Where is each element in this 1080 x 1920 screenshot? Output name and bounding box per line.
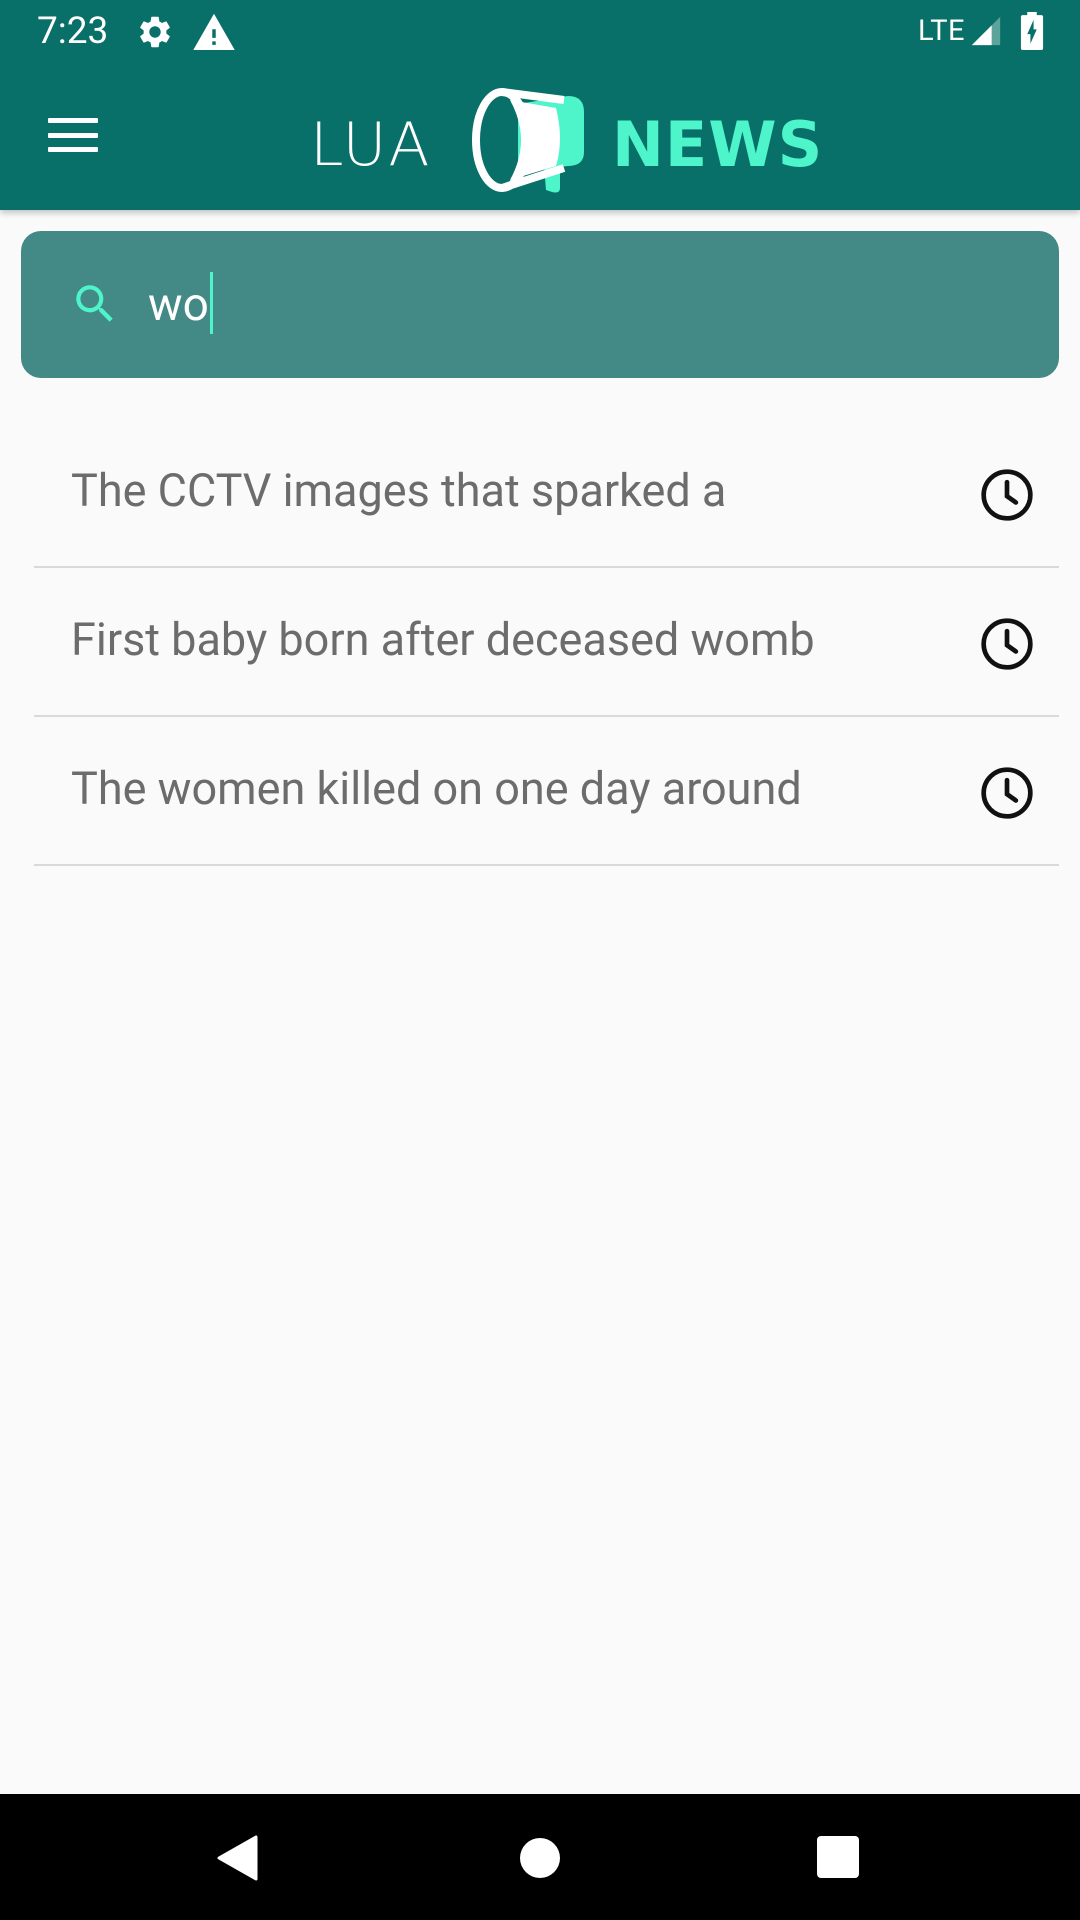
app-logo: LUA NEWS [310,82,830,200]
search-input-value: wo [148,278,209,332]
status-time: 7:23 [37,10,109,53]
logo-word-news: NEWS [612,108,824,181]
suggestion-item[interactable]: First baby born after deceased womb [34,568,1059,717]
recents-icon[interactable] [817,1836,859,1878]
megaphone-icon [472,88,584,193]
history-clock-icon [981,618,1033,670]
suggestion-text: The CCTV images that sparked a [71,464,727,517]
history-clock-icon [981,469,1033,521]
suggestion-item[interactable]: The women killed on one day around [34,717,1059,866]
network-type: LTE [918,14,966,48]
battery-charging-icon [1020,12,1044,50]
search-suggestion-list: The CCTV images that sparked a First bab… [34,419,1059,866]
suggestion-text: First baby born after deceased womb [71,613,815,666]
app-bar: 7:23 LTE LUA NEWS [0,0,1080,210]
gear-icon [140,16,170,48]
menu-button[interactable] [38,108,108,162]
search-input[interactable]: wo [148,270,213,340]
suggestion-item[interactable]: The CCTV images that sparked a [34,419,1059,568]
warning-icon [193,13,235,50]
suggestion-text: The women killed on one day around [71,762,802,815]
logo-word-lua: LUA [310,110,432,180]
history-clock-icon [981,767,1033,819]
home-icon[interactable] [520,1838,560,1878]
back-icon[interactable] [216,1835,258,1881]
search-icon [76,285,113,322]
text-cursor [209,272,213,334]
signal-icon [971,16,1001,46]
hamburger-menu-icon-bar [48,118,98,123]
hamburger-menu-icon-bar [48,132,98,138]
hamburger-menu-icon-bar [48,147,98,152]
